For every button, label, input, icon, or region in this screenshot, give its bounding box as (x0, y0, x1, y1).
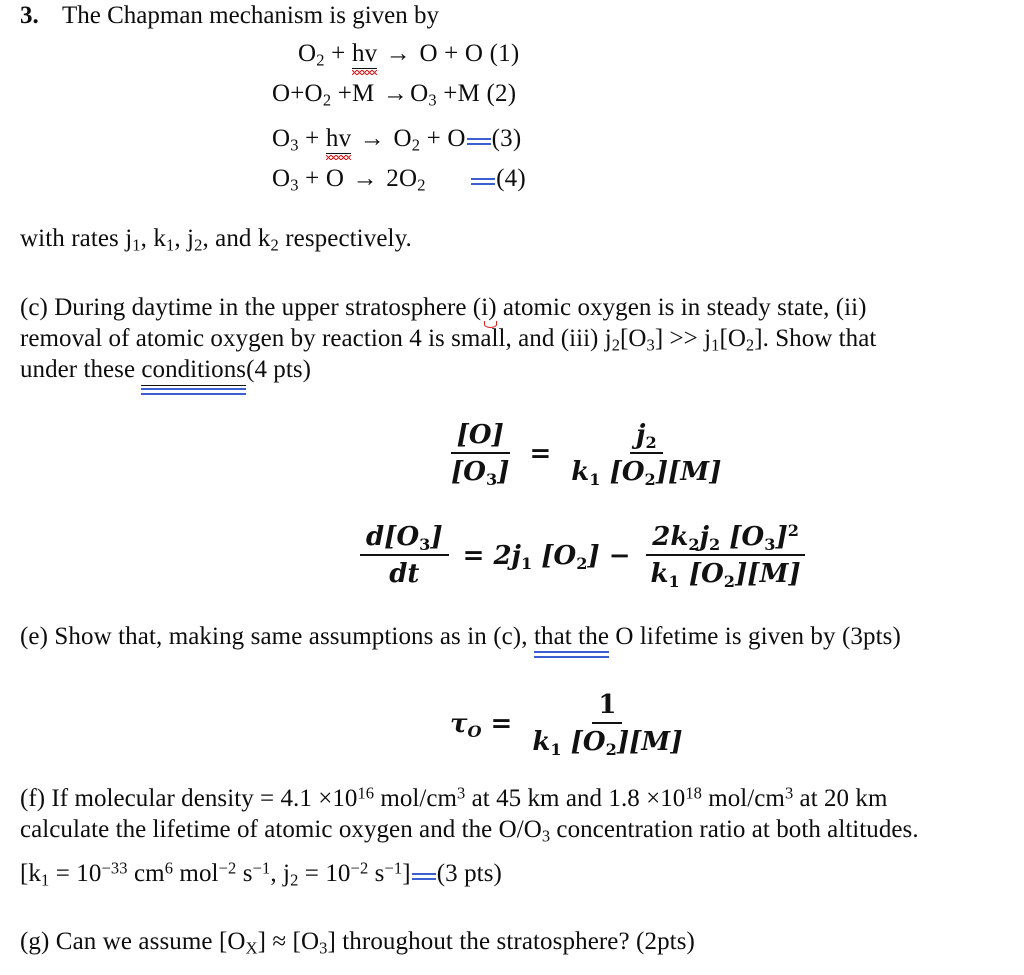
oxygen-lifetime-equation: τO = 1 k1 [O2][M] (450, 690, 694, 757)
reaction-4-products: 2O2 (379, 165, 426, 195)
problem-number: 3. (20, 2, 39, 29)
document-page: 3. The Chapman mechanism is given by O2 … (0, 0, 1024, 975)
part-f-line-1: (f) If molecular density = 4.1 ×1016 mol… (20, 783, 888, 812)
tau-numerator: 1 (592, 690, 623, 724)
rate-loss-fraction: 2k2j2 [O3]2 k1 [O2][M] (645, 522, 807, 589)
rates-line: with rates j1, k1, j2, and k2 respective… (20, 225, 412, 255)
part-c-line-2: removal of atomic oxygen by reaction 4 i… (20, 325, 877, 355)
equals-sign: = (490, 708, 513, 739)
reaction-2-products: O3 +M (410, 80, 481, 110)
ratio-rhs-fraction: j2 k1 [O2][M] (565, 420, 727, 487)
reaction-4-arrow: → (352, 165, 378, 192)
reaction-1-arrow: → (385, 40, 411, 67)
reaction-1: O2 + hv → O + O (1) (298, 40, 520, 75)
reaction-2: O+O2 +M →O3 +M (2) (272, 80, 516, 108)
reaction-1-label: (1) (489, 40, 520, 67)
rate-lhs-fraction: d[O3] dt (360, 522, 449, 589)
spellcheck-mark-icon: i (481, 294, 498, 328)
problem-title: The Chapman mechanism is given by (62, 2, 440, 29)
ozone-rate-equation: d[O3] dt = 2j1 [O2] − 2k2j2 [O3]2 k1 [O2… (355, 522, 812, 589)
reaction-3-label: (3) (491, 125, 522, 152)
equals-sign: = (529, 438, 552, 469)
part-f-line-2: calculate the lifetime of atomic oxygen … (20, 816, 919, 846)
tau-denominator: k1 [O2][M] (532, 727, 683, 759)
ratio-denominator: [O3] (451, 457, 510, 489)
part-f-constants: [k1 = 10−33 cm6 mol−2 s−1, j2 = 10−2 s−1… (20, 856, 502, 889)
rate-production-term: 2j1 [O2] (493, 540, 600, 573)
rate-numerator: d[O3] (360, 522, 449, 556)
photon-term: hv (325, 125, 352, 160)
grammar-mark-icon (466, 121, 492, 146)
equals-sign: = (462, 540, 485, 571)
part-c-line-3: under these conditions (4 pts) (20, 354, 1010, 395)
reaction-4-label: (4) (496, 165, 526, 192)
ratio-rhs-denominator: k1 [O2][M] (571, 457, 722, 489)
reaction-4: O3 + O → 2O2 (4) (272, 161, 526, 193)
reaction-1-products: O + O (419, 40, 484, 67)
reaction-3-products: O2 + O (393, 125, 466, 155)
conditions-underlined: conditions (141, 354, 247, 395)
reaction-3: O3 + hv → O2 + O (3) (272, 121, 522, 160)
reaction-2-reactants: O+O2 +M (272, 80, 381, 110)
reaction-2-arrow: → (382, 80, 409, 107)
reaction-3-arrow: → (359, 125, 385, 152)
ratio-lhs-fraction: [O] [O3] (445, 420, 515, 487)
tau-fraction: 1 k1 [O2][M] (526, 690, 688, 757)
reaction-1-reactant: O2 (298, 40, 325, 70)
rate-denominator: dt (389, 559, 420, 589)
rate-loss-denominator: k1 [O2][M] (650, 559, 801, 591)
ratio-rhs-numerator: j2 (630, 420, 663, 454)
minus-sign: − (608, 540, 631, 571)
reaction-3-reactant: O3 + (272, 125, 326, 155)
reaction-1-plus: + (331, 40, 346, 67)
grammar-mark-icon (411, 856, 437, 881)
that-the-underlined: that the (533, 623, 610, 658)
reaction-4-reactants: O3 + O (272, 165, 351, 195)
part-g-text: (g) Can we assume [OX] ≈ [O3] throughout… (20, 928, 695, 958)
grammar-mark-icon (470, 161, 496, 186)
ratio-numerator: [O] (450, 420, 510, 454)
steady-state-ratio-equation: [O] [O3] = j2 k1 [O2][M] (440, 420, 732, 487)
reaction-2-label: (2) (486, 80, 517, 107)
rate-loss-numerator: 2k2j2 [O3]2 (646, 522, 805, 556)
part-e-text: (e) Show that, making same assumptions a… (20, 623, 901, 658)
part-c-text: (c) During daytime in the upper stratosp… (20, 292, 1010, 395)
part-c-line-1: (c) During daytime in the upper stratosp… (20, 294, 867, 328)
part-f-text: (f) If molecular density = 4.1 ×1016 mol… (20, 783, 1020, 845)
tau-symbol: τO (450, 708, 482, 741)
photon-term: hv (351, 40, 378, 75)
